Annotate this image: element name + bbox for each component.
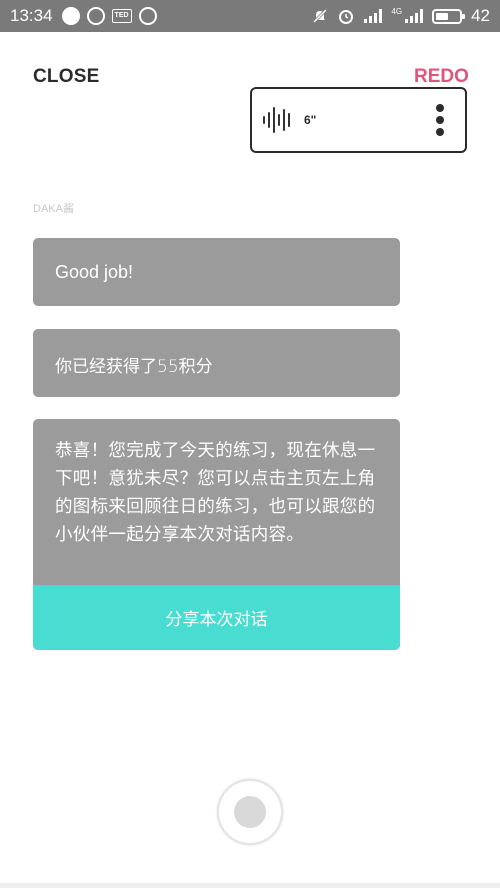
record-button[interactable] — [217, 779, 283, 845]
message-text: 恭喜！您完成了今天的练习，现在休息一下吧！意犹未尽？您可以点击主页左上角的图标来… — [55, 441, 376, 545]
check-circle-icon — [138, 7, 157, 25]
notification-icons: TED — [61, 7, 157, 25]
message-bubble: 你已经获得了55积分 — [33, 329, 400, 397]
mute-icon — [313, 8, 328, 24]
signal-strength-icon-2 — [405, 9, 424, 23]
battery-icon — [432, 8, 466, 24]
speaker-name: DAKA酱 — [33, 203, 74, 215]
network-type: 4G — [391, 7, 403, 16]
battery-level: 42 — [471, 6, 490, 25]
redo-button[interactable]: REDO — [414, 66, 469, 88]
status-bar: 13:34 TED 4G 42 — [0, 0, 500, 32]
system-icons: 4G 42 — [312, 6, 490, 26]
message-bubble: Good job! — [33, 238, 400, 306]
status-time: 13:34 — [10, 6, 53, 25]
message-text: 你已经获得了55积分 — [55, 357, 213, 377]
close-button[interactable]: CLOSE — [33, 66, 99, 88]
voice-duration: 6" — [304, 113, 317, 127]
app-circle-icon — [86, 7, 105, 25]
voice-message-card[interactable]: 6" — [250, 87, 467, 153]
share-conversation-button[interactable]: 分享本次对话 — [33, 585, 400, 650]
chat-bubble-icon — [61, 7, 80, 25]
ted-icon: TED — [111, 9, 132, 23]
bottom-edge — [0, 883, 500, 888]
message-text: Good job! — [55, 262, 134, 282]
waveform-icon — [263, 106, 290, 134]
alarm-clock-icon — [339, 10, 354, 24]
record-button-inner — [234, 796, 266, 828]
more-options-icon[interactable] — [435, 104, 445, 136]
signal-strength-icon — [364, 9, 383, 23]
message-bubble-share: 恭喜！您完成了今天的练习，现在休息一下吧！意犹未尽？您可以点击主页左上角的图标来… — [33, 419, 400, 650]
